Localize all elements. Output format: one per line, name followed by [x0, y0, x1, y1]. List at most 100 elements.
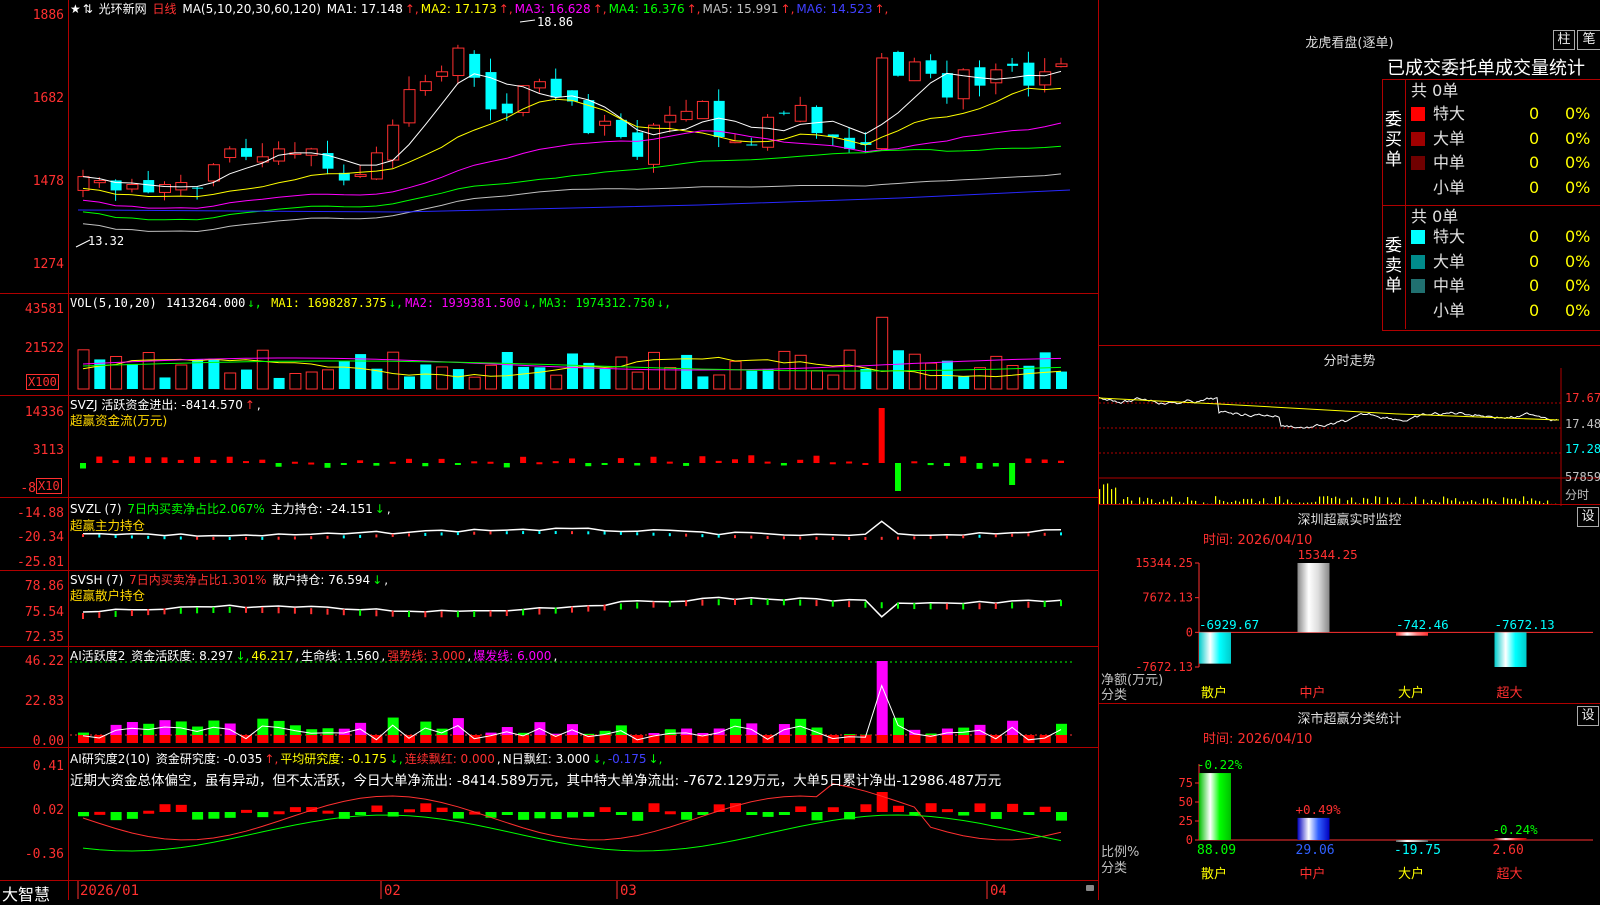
sell-order-swatch [1411, 255, 1425, 269]
fund-flow-bar [977, 463, 983, 469]
research-bar [958, 812, 969, 816]
ai-active-legend-2: 生命线: 1.560 [301, 649, 379, 663]
sell-order-swatch [1411, 230, 1425, 244]
activity-base [1056, 735, 1067, 743]
main-holding-tick [816, 537, 818, 540]
volume-bar [746, 371, 757, 389]
fund-flow-bar [406, 459, 412, 463]
sell-orders-label: 委卖单 [1385, 236, 1403, 296]
main-holding-tick [343, 535, 345, 538]
research-bar [975, 803, 986, 812]
star-icon[interactable]: ★ [70, 2, 81, 16]
volume-bar [420, 364, 431, 389]
main-holding-tick [131, 535, 133, 538]
main-holding-tick [441, 532, 443, 535]
research-bar [942, 809, 953, 812]
ai-active-pane[interactable]: AI活跃度2 资金活跃度: 8.297↓,46.217,生命线: 1.560,强… [0, 647, 1098, 748]
volume-bar [714, 375, 725, 389]
stock-name[interactable]: 光环新网 [99, 2, 147, 16]
main-holding-tick [506, 531, 508, 534]
retail-holding-tick [555, 608, 557, 614]
high-marker-label: 18.86 [537, 15, 573, 29]
candle-body [404, 90, 415, 123]
research-bar [111, 812, 122, 820]
candle-body [208, 165, 219, 181]
retail-holding-tick [962, 603, 964, 609]
main-holding-tick [1011, 534, 1013, 537]
intraday-panel[interactable]: 分时走势 17.67 17.48 17.28 57859 分时 [1099, 345, 1600, 504]
fund-flow-bar [814, 456, 820, 463]
price-pane[interactable]: 18.8613.32 ★⇅ 光环新网 日线 MA(5,10,20,30,60,1… [0, 0, 1098, 294]
retail-holding-tick [734, 599, 736, 605]
volume-pane[interactable]: VOL(5,10,20) 1413264.000↓, MA1: 1698287.… [0, 294, 1098, 396]
bar-value-label: 15344.25 [1298, 547, 1358, 562]
main-holding-tick [490, 531, 492, 534]
svsh-pane[interactable]: SVSH (7) 7日内买卖净占比1.301% 散户持仓: 76.594↓, 超… [0, 571, 1098, 647]
fund-flow-bar [129, 456, 135, 463]
vol-ma-legend-2: MA3: 1974312.750 [539, 296, 655, 310]
candle-body [94, 181, 105, 183]
intraday-chart[interactable] [1099, 368, 1600, 506]
retail-holding-tick [180, 608, 182, 614]
research-bar [371, 806, 382, 812]
fund-flow-bar [585, 463, 591, 466]
retail-holding-tick [82, 613, 84, 619]
main-holding-tick [962, 535, 964, 538]
activity-base [681, 735, 692, 743]
volume-bar [388, 352, 399, 389]
sz-class-settings-button[interactable]: 设 [1577, 706, 1599, 726]
candle-body [453, 48, 464, 75]
activity-base [534, 735, 545, 743]
research-bar [518, 812, 529, 820]
ai-research-chart[interactable] [0, 748, 1098, 879]
main-holding-tick [701, 534, 703, 537]
candle-body [437, 72, 448, 77]
research-line [83, 815, 1061, 851]
svsh-tick-2: 72.35 [0, 631, 64, 645]
category-label: 大户 [1398, 866, 1424, 882]
intraday-vol-bar [1103, 484, 1104, 504]
main-holding-tick [196, 537, 198, 540]
y-tick-label: 75 [1179, 776, 1193, 790]
fund-flow-bar [846, 462, 852, 464]
volume-bar [534, 367, 545, 389]
category-bar [1199, 773, 1231, 840]
main-holding-tick [750, 536, 752, 539]
retail-holding-tick [310, 608, 312, 614]
fund-flow-bar [683, 463, 689, 466]
category-label: 超大 [1497, 686, 1523, 701]
main-holding-tick [653, 533, 655, 536]
retail-holding-tick [359, 610, 361, 616]
main-holding-tick [946, 536, 948, 539]
volume-bar [1056, 372, 1067, 389]
retail-holding-tick [1027, 602, 1029, 608]
retail-holding-tick [245, 607, 247, 613]
intraday-tick-1: 17.48 [1565, 417, 1600, 431]
activity-base [877, 735, 888, 743]
pen-mode-button[interactable]: 笔 [1577, 30, 1600, 50]
bar-mode-button[interactable]: 柱 [1553, 30, 1575, 50]
research-bar [420, 803, 431, 812]
activity-base [779, 735, 790, 743]
volume-bar [893, 350, 904, 389]
svzl-pane[interactable]: SVZL (7) 7日内买卖净占比2.067% 主力持仓: -24.151↓, … [0, 498, 1098, 571]
activity-base [844, 735, 855, 743]
vol-tick-0: 43581 [0, 303, 64, 317]
main-holding-tick [979, 535, 981, 538]
period-label[interactable]: 日线 [153, 2, 177, 16]
fund-flow-bar [1025, 459, 1031, 463]
main-holding-tick [555, 531, 557, 534]
fund-flow-bar [879, 408, 885, 463]
retail-holding-tick [653, 602, 655, 608]
fund-flow-bar [210, 460, 216, 463]
fund-flow-bar [520, 457, 526, 463]
ai-research-pane[interactable]: AI研究度2(10) 资金研究度: -0.035↑,平均研究度: -0.175↓… [0, 748, 1098, 879]
volume-legend: VOL(5,10,20) 1413264.000↓, MA1: 1698287.… [70, 295, 675, 311]
svzj-pane[interactable]: SVZJ 活跃资金进出: -8414.570↑, 超赢资金流(万元) 14336… [0, 396, 1098, 498]
ma-line-1 [83, 71, 1061, 186]
sz-monitor-settings-button[interactable]: 设 [1577, 507, 1599, 527]
candle-body [306, 149, 317, 155]
candlestick-chart[interactable]: 18.8613.32 [0, 0, 1098, 293]
main-holding-tick [473, 532, 475, 535]
price-legend: ★⇅ 光环新网 日线 MA(5,10,20,30,60,120) MA1: 17… [70, 1, 892, 17]
